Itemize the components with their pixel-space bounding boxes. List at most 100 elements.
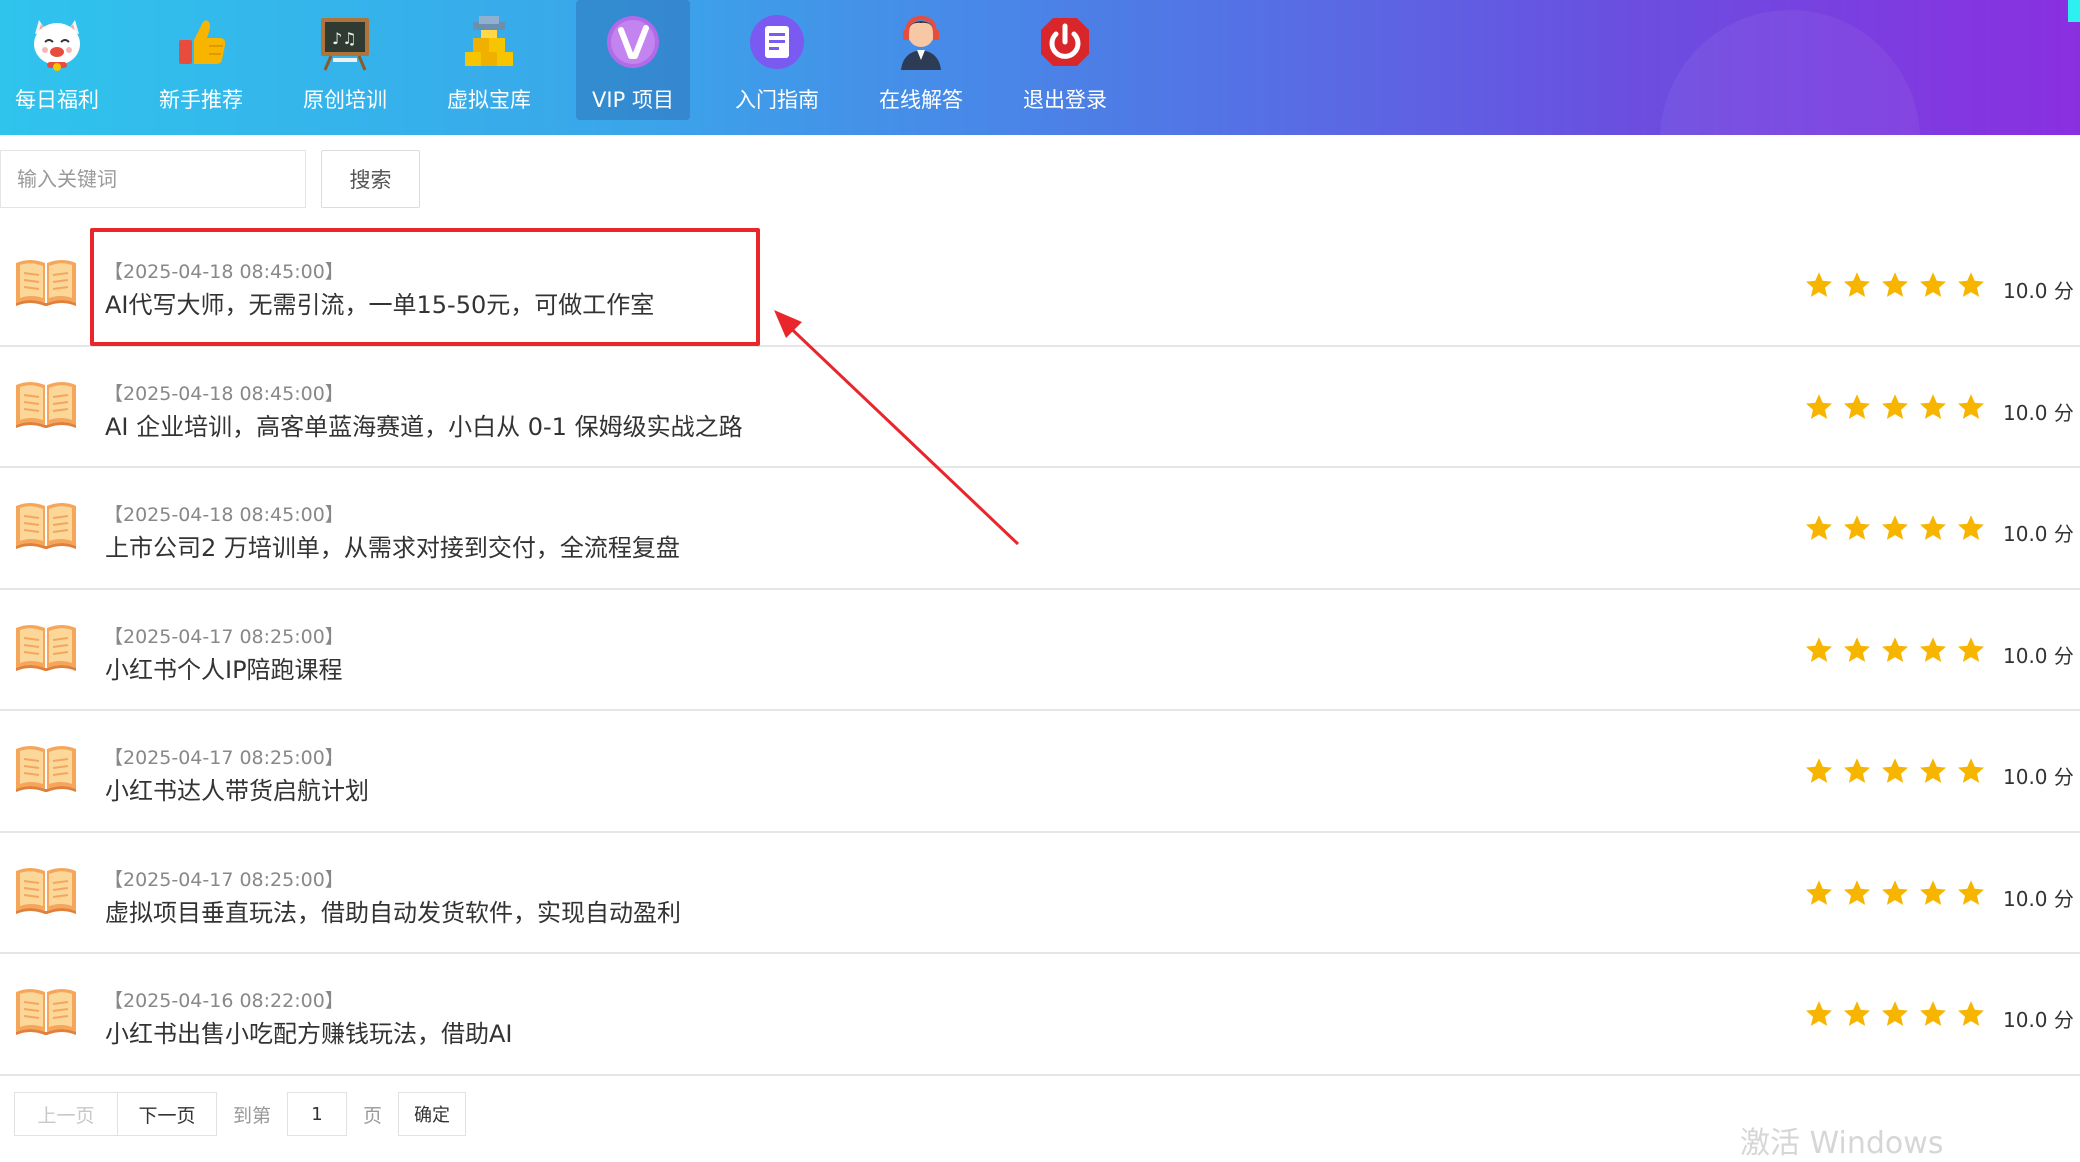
list-item[interactable]: 【2025-04-16 08:22:00】 小红书出售小吃配方赚钱玩法，借助AI…: [0, 954, 2080, 1076]
rating-stars: [1804, 270, 1986, 304]
prev-page-button[interactable]: 上一页: [14, 1092, 118, 1136]
star-icon: [1844, 1001, 1870, 1026]
item-title[interactable]: 小红书个人IP陪跑课程: [105, 650, 343, 685]
nav-item-online-support[interactable]: 在线解答: [864, 0, 978, 120]
rating-stars: [1804, 999, 1986, 1033]
star-icon: [1844, 272, 1870, 297]
item-score: 10.0 分: [2003, 522, 2074, 546]
item-score: 10.0 分: [2003, 765, 2074, 789]
rating-stars: [1804, 513, 1986, 547]
star-icon: [1844, 636, 1870, 662]
item-date: 【2025-04-17 08:25:00】: [104, 868, 344, 891]
list-item[interactable]: 【2025-04-17 08:25:00】 小红书个人IP陪跑课程 10.0 分: [0, 590, 2080, 711]
nav-item-virtual-vault[interactable]: 虚拟宝库: [432, 0, 546, 120]
search-button[interactable]: 搜索: [321, 150, 420, 208]
item-score: 10.0 分: [2003, 886, 2074, 911]
nav-item-original-training[interactable]: ♪♫ 原创培训: [288, 0, 402, 120]
nav-item-label: 每日福利: [15, 88, 99, 112]
star-icon: [1958, 636, 1984, 662]
item-date: 【2025-04-17 08:25:00】: [104, 747, 344, 769]
item-score: 10.0 分: [2003, 279, 2074, 303]
item-title[interactable]: 上市公司2 万培训单，从需求对接到交付，全流程复盘: [105, 528, 680, 563]
star-icon: [1920, 1001, 1946, 1026]
star-icon: [1958, 1001, 1984, 1026]
star-icon: [1882, 272, 1908, 297]
nav-item-daily-benefits[interactable]: 每日福利: [0, 0, 114, 120]
nav-item-beginner-picks[interactable]: 新手推荐: [144, 0, 258, 120]
item-date: 【2025-04-18 08:45:00】: [104, 504, 344, 526]
svg-text:♪♫: ♪♫: [332, 29, 357, 48]
open-book-icon: [16, 503, 76, 549]
star-icon: [1844, 758, 1870, 783]
nav-item-label: 退出登录: [1023, 88, 1107, 112]
star-icon: [1806, 393, 1832, 419]
nav-item-label: 虚拟宝库: [447, 88, 531, 112]
power-icon: [1033, 10, 1097, 74]
nav-item-getting-started[interactable]: 入门指南: [720, 0, 834, 120]
star-icon: [1806, 1001, 1832, 1026]
star-icon: [1806, 758, 1832, 783]
star-icon: [1806, 515, 1832, 540]
item-date: 【2025-04-18 08:45:00】: [104, 382, 344, 405]
nav-item-label: 入门指南: [735, 88, 819, 112]
support-agent-icon: [889, 10, 953, 74]
goto-prefix-label: 到第: [233, 1104, 272, 1127]
open-book-icon: [16, 746, 76, 792]
list-item[interactable]: 【2025-04-18 08:45:00】 AI代写大师，无需引流，一单15-5…: [0, 225, 2080, 347]
rating-stars: [1804, 756, 1986, 790]
star-icon: [1806, 272, 1832, 297]
item-score: 10.0 分: [2003, 400, 2074, 425]
pagination: 上一页 下一页 到第 页 确定: [14, 1092, 467, 1136]
open-book-icon: [16, 624, 76, 671]
list-item[interactable]: 【2025-04-17 08:25:00】 虚拟项目垂直玩法，借助自动发货软件，…: [0, 833, 2080, 954]
lucky-cat-icon: [25, 10, 89, 74]
search-input[interactable]: [0, 150, 306, 208]
open-book-icon: [16, 989, 76, 1035]
corner-mark: [2068, 0, 2080, 22]
star-icon: [1882, 879, 1908, 905]
star-icon: [1958, 879, 1984, 905]
top-nav-bar: 每日福利 新手推荐 ♪♫ 原创培训 虚拟宝库 VIP 项目 入门指南 在线解答 …: [0, 0, 2080, 270]
list-item[interactable]: 【2025-04-18 08:45:00】 上市公司2 万培训单，从需求对接到交…: [0, 468, 2080, 590]
nav-item-label: 在线解答: [879, 88, 963, 112]
list-item[interactable]: 【2025-04-17 08:25:00】 小红书达人带货启航计划 10.0 分: [0, 711, 2080, 833]
star-icon: [1920, 636, 1946, 662]
star-icon: [1844, 515, 1870, 540]
item-date: 【2025-04-18 08:45:00】: [104, 261, 344, 283]
star-icon: [1920, 879, 1946, 905]
star-icon: [1882, 636, 1908, 662]
star-icon: [1882, 758, 1908, 783]
item-title[interactable]: 小红书达人带货启航计划: [105, 771, 369, 806]
item-title[interactable]: AI 企业培训，高客单蓝海赛道，小白从 0-1 保姆级实战之路: [105, 407, 743, 442]
star-icon: [1882, 515, 1908, 540]
item-title[interactable]: AI代写大师，无需引流，一单15-50元，可做工作室: [105, 285, 654, 320]
star-icon: [1920, 758, 1946, 783]
star-icon: [1958, 515, 1984, 540]
nav-item-label: 原创培训: [303, 88, 387, 112]
nav-item-vip-projects[interactable]: VIP 项目: [576, 0, 690, 120]
star-icon: [1882, 393, 1908, 419]
rating-stars: [1804, 635, 1986, 669]
item-title[interactable]: 虚拟项目垂直玩法，借助自动发货软件，实现自动盈利: [105, 893, 681, 928]
open-book-icon: [16, 867, 76, 914]
star-icon: [1920, 272, 1946, 297]
next-page-button[interactable]: 下一页: [117, 1092, 217, 1136]
star-icon: [1958, 393, 1984, 419]
rating-stars: [1804, 392, 1986, 426]
nav-item-label: VIP 项目: [592, 88, 674, 112]
page-number-input[interactable]: [287, 1092, 348, 1136]
nav-item-logout[interactable]: 退出登录: [1008, 0, 1122, 120]
item-title[interactable]: 小红书出售小吃配方赚钱玩法，借助AI: [105, 1014, 513, 1049]
star-icon: [1920, 515, 1946, 540]
star-icon: [1958, 758, 1984, 783]
goto-suffix-label: 页: [363, 1104, 383, 1127]
confirm-page-button[interactable]: 确定: [398, 1092, 467, 1136]
vip-badge-icon: [601, 10, 665, 74]
nav-item-label: 新手推荐: [159, 88, 243, 112]
star-icon: [1882, 1001, 1908, 1026]
star-icon: [1806, 879, 1832, 905]
list-item[interactable]: 【2025-04-18 08:45:00】 AI 企业培训，高客单蓝海赛道，小白…: [0, 347, 2080, 468]
rating-stars: [1804, 878, 1986, 912]
project-list: 【2025-04-18 08:45:00】 AI代写大师，无需引流，一单15-5…: [0, 225, 2080, 1076]
item-score: 10.0 分: [2003, 1008, 2074, 1032]
